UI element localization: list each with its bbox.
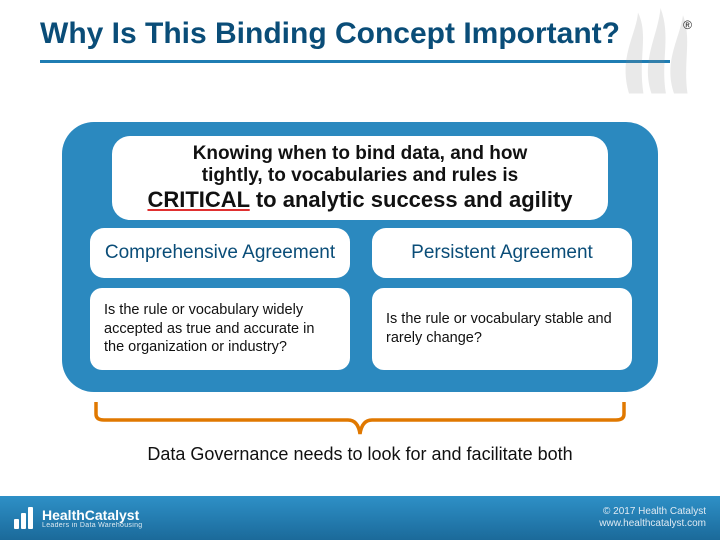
col-header-persistent-label: Persistent Agreement (411, 243, 593, 263)
brand-tagline: Leaders in Data Warehousing (42, 522, 142, 529)
summary-line-2: tightly, to vocabularies and rules is (202, 165, 518, 187)
title-underline (40, 60, 670, 63)
summary-rest: to analytic success and agility (250, 187, 573, 212)
slide: Why Is This Binding Concept Important? ®… (0, 0, 720, 540)
col-body-comprehensive-text: Is the rule or vocabulary widely accepte… (104, 301, 336, 358)
col-body-comprehensive: Is the rule or vocabulary widely accepte… (90, 288, 350, 370)
footer-brand: HealthCatalyst Leaders in Data Warehousi… (14, 507, 142, 529)
brand-text: HealthCatalyst Leaders in Data Warehousi… (42, 508, 142, 529)
summary-line-3: CRITICAL to analytic success and agility (147, 187, 572, 213)
bracket-label: Data Governance needs to look for and fa… (0, 444, 720, 465)
main-card: Knowing when to bind data, and how tight… (62, 122, 658, 392)
registered-mark: ® (683, 18, 692, 32)
critical-word: CRITICAL (147, 187, 249, 212)
col-header-persistent: Persistent Agreement (372, 228, 632, 278)
copyright-text: © 2017 Health Catalyst (603, 506, 706, 518)
footer-meta: © 2017 Health Catalyst www.healthcatalys… (599, 506, 706, 530)
col-body-persistent-text: Is the rule or vocabulary stable and rar… (386, 310, 618, 348)
col-header-comprehensive: Comprehensive Agreement (90, 228, 350, 278)
bracket-icon (92, 400, 628, 440)
footer-bar: HealthCatalyst Leaders in Data Warehousi… (0, 496, 720, 540)
page-title: Why Is This Binding Concept Important? (40, 18, 680, 50)
col-body-persistent: Is the rule or vocabulary stable and rar… (372, 288, 632, 370)
brand-icon (14, 507, 36, 529)
col-header-comprehensive-label: Comprehensive Agreement (105, 243, 335, 263)
summary-box: Knowing when to bind data, and how tight… (112, 136, 608, 220)
brand-name: HealthCatalyst (42, 508, 142, 522)
summary-line-1: Knowing when to bind data, and how (193, 143, 528, 165)
url-text: www.healthcatalyst.com (599, 518, 706, 530)
